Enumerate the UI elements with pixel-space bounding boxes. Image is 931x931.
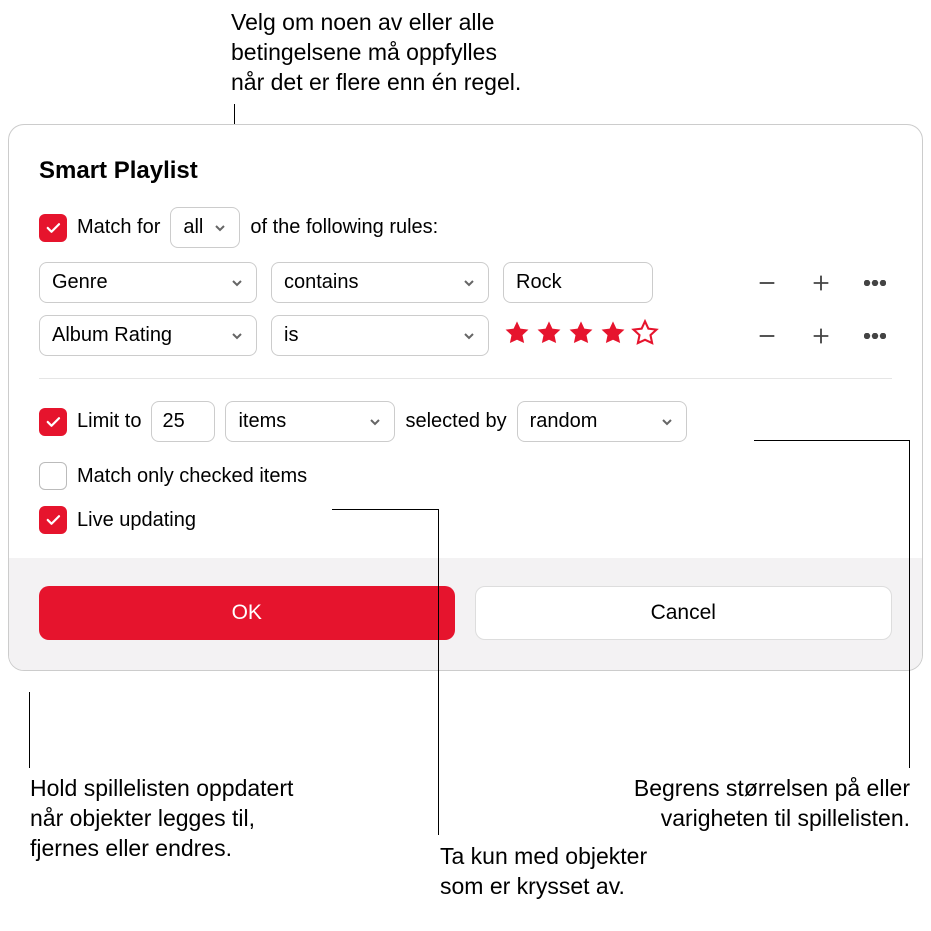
rule-field-value: Album Rating — [52, 324, 172, 347]
dialog-title: Smart Playlist — [39, 157, 892, 185]
cancel-button[interactable]: Cancel — [475, 586, 893, 640]
live-updating-checkbox[interactable] — [39, 506, 67, 534]
rule-row: Genre contains Rock — [39, 262, 892, 303]
star-icon — [567, 319, 595, 353]
rule-more-button[interactable] — [858, 319, 892, 353]
rule-operator-value: contains — [284, 271, 359, 294]
rule-row: Album Rating is — [39, 315, 892, 356]
rule-field-select[interactable]: Album Rating — [39, 315, 257, 356]
limit-unit-value: items — [238, 410, 286, 433]
callout-line-checked-v — [438, 509, 439, 835]
callout-bottom-left: Hold spillelisten oppdatert når objekter… — [30, 774, 293, 864]
match-label-suffix: of the following rules: — [250, 216, 438, 239]
rule-more-button[interactable] — [858, 266, 892, 300]
plus-icon — [810, 272, 832, 294]
match-label-prefix: Match for — [77, 216, 160, 239]
plus-icon — [810, 325, 832, 347]
match-mode-select[interactable]: all — [170, 207, 240, 248]
match-row: Match for all of the following rules: — [39, 207, 892, 248]
add-rule-button[interactable] — [804, 266, 838, 300]
star-icon — [599, 319, 627, 353]
check-icon — [44, 219, 62, 237]
chevron-down-icon — [230, 329, 244, 343]
ok-button[interactable]: OK — [39, 586, 455, 640]
limit-unit-select[interactable]: items — [225, 401, 395, 442]
dialog-footer: OK Cancel — [9, 558, 922, 670]
callout-line-limit-v — [909, 440, 910, 768]
star-outline-icon — [631, 319, 659, 353]
divider — [39, 378, 892, 379]
rule-operator-select[interactable]: contains — [271, 262, 489, 303]
match-checked-row: Match only checked items — [39, 462, 892, 490]
remove-rule-button[interactable] — [750, 319, 784, 353]
limit-method-select[interactable]: random — [517, 401, 687, 442]
rule-field-select[interactable]: Genre — [39, 262, 257, 303]
limit-count-input[interactable]: 25 — [151, 401, 215, 442]
rule-rating-stars[interactable] — [503, 319, 663, 353]
rule-operator-value: is — [284, 324, 298, 347]
limit-label: Limit to — [77, 410, 141, 433]
live-updating-row: Live updating — [39, 506, 892, 534]
minus-icon — [756, 325, 778, 347]
chevron-down-icon — [660, 415, 674, 429]
live-updating-label: Live updating — [77, 509, 196, 532]
match-mode-value: all — [183, 216, 203, 239]
callout-line-live — [29, 692, 30, 768]
match-checkbox[interactable] — [39, 214, 67, 242]
chevron-down-icon — [230, 276, 244, 290]
chevron-down-icon — [368, 415, 382, 429]
match-checked-checkbox[interactable] — [39, 462, 67, 490]
callout-line-checked-h — [332, 509, 438, 510]
star-icon — [503, 319, 531, 353]
callout-line-limit-h — [754, 440, 909, 441]
limit-checkbox[interactable] — [39, 408, 67, 436]
rule-operator-select[interactable]: is — [271, 315, 489, 356]
remove-rule-button[interactable] — [750, 266, 784, 300]
limit-method-value: random — [530, 410, 598, 433]
star-icon — [535, 319, 563, 353]
callout-bottom-mid: Ta kun med objekter som er krysset av. — [440, 842, 647, 902]
callout-top: Velg om noen av eller alle betingelsene … — [231, 8, 521, 98]
check-icon — [44, 413, 62, 431]
more-icon — [864, 333, 886, 339]
chevron-down-icon — [213, 221, 227, 235]
check-icon — [44, 511, 62, 529]
callout-bottom-right: Begrens størrelsen på eller varigheten t… — [480, 774, 910, 834]
smart-playlist-dialog: Smart Playlist Match for all of the foll… — [8, 124, 923, 671]
selected-by-label: selected by — [405, 410, 506, 433]
rule-value-input[interactable]: Rock — [503, 262, 653, 303]
chevron-down-icon — [462, 276, 476, 290]
limit-row: Limit to 25 items selected by random — [39, 401, 892, 442]
rule-field-value: Genre — [52, 271, 108, 294]
more-icon — [864, 280, 886, 286]
minus-icon — [756, 272, 778, 294]
chevron-down-icon — [462, 329, 476, 343]
add-rule-button[interactable] — [804, 319, 838, 353]
match-checked-label: Match only checked items — [77, 465, 307, 488]
